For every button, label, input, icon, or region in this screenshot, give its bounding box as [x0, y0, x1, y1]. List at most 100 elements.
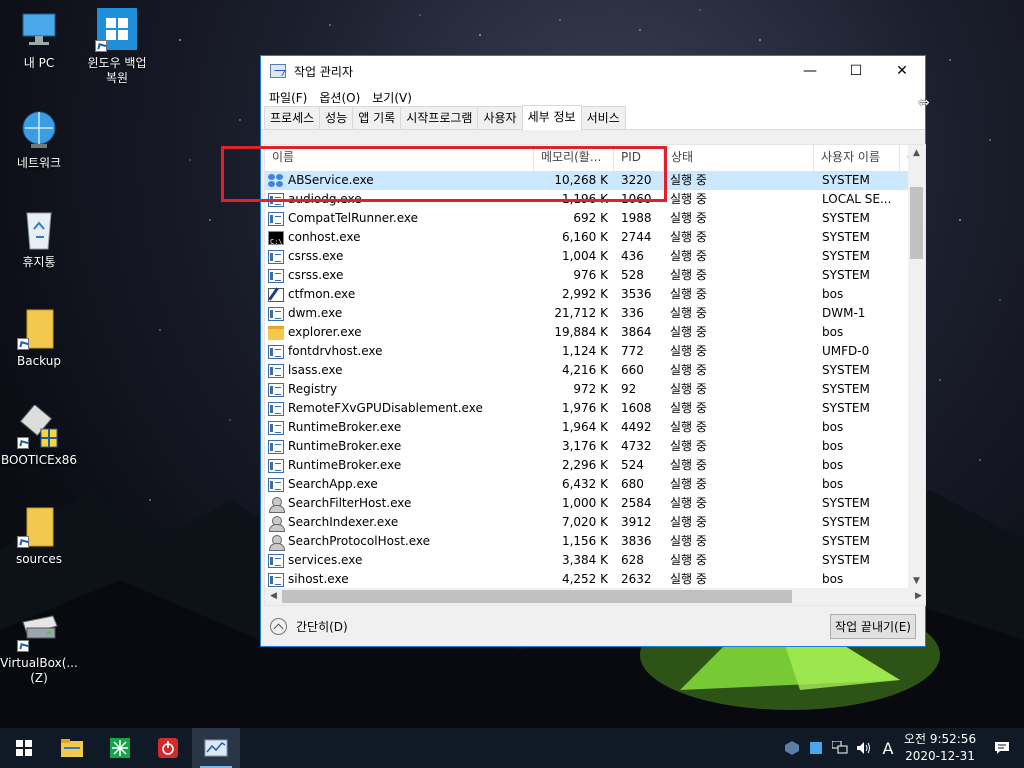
- tab-app-history[interactable]: 앱 기록: [352, 106, 402, 129]
- vertical-scrollbar[interactable]: ▲ ▼: [908, 145, 925, 590]
- username-cell: SYSTEM: [822, 173, 870, 187]
- tray-network-icon[interactable]: [828, 728, 852, 768]
- table-row[interactable]: services.exe 3,384 K 628 실행 중 SYSTEM: [265, 551, 910, 570]
- memory-cell: 1,000 K: [561, 496, 608, 510]
- window-icon: [268, 553, 284, 568]
- desktop-icon-recycle-bin[interactable]: 휴지통: [0, 207, 78, 270]
- status-cell: 실행 중: [670, 173, 707, 187]
- window-icon: [268, 363, 284, 378]
- pid-cell: 2632: [621, 572, 652, 586]
- process-name: RemoteFXvGPUDisablement.exe: [288, 401, 483, 415]
- column-header-username[interactable]: 사용자 이름: [814, 145, 900, 171]
- window-icon: [268, 572, 284, 587]
- desktop-icon-network[interactable]: 네트워크: [0, 108, 78, 171]
- folder-icon: [268, 325, 284, 340]
- tray-ime-indicator[interactable]: A: [876, 728, 900, 768]
- details-process-table[interactable]: 이름 메모리(활... PID 상태 사용자 이름 C ABService.ex…: [264, 144, 926, 606]
- column-header-status[interactable]: 상태: [664, 145, 814, 171]
- horizontal-scrollbar[interactable]: ◀ ▶: [265, 588, 925, 605]
- tab-startup[interactable]: 시작프로그램: [400, 106, 479, 129]
- username-cell: bos: [822, 572, 844, 586]
- username-cell: SYSTEM: [822, 553, 870, 567]
- task-manager-window[interactable]: 작업 관리자 — ☐ ✕ 파일(F) 옵션(O) 보기(V) 프로세스 성능 앱…: [260, 55, 926, 647]
- table-row[interactable]: lsass.exe 4,216 K 660 실행 중 SYSTEM: [265, 361, 910, 380]
- tray-virtualbox-icon[interactable]: [780, 728, 804, 768]
- fewer-details-toggle[interactable]: 간단히(D): [270, 618, 348, 635]
- table-row[interactable]: fontdrvhost.exe 1,124 K 772 실행 중 UMFD-0: [265, 342, 910, 361]
- maximize-button[interactable]: ☐: [833, 56, 879, 86]
- window-icon: [268, 344, 284, 359]
- desktop-icon-my-pc[interactable]: 내 PC: [0, 8, 78, 71]
- tab-performance[interactable]: 성능: [319, 106, 354, 129]
- title-bar[interactable]: 작업 관리자 — ☐ ✕: [261, 56, 925, 86]
- close-button[interactable]: ✕: [879, 56, 925, 86]
- table-row[interactable]: CompatTelRunner.exe 692 K 1988 실행 중 SYSTEM: [265, 209, 910, 228]
- taskbar-task-manager[interactable]: [192, 728, 240, 768]
- window-icon: [268, 401, 284, 416]
- scroll-right-icon[interactable]: ▶: [910, 588, 925, 605]
- memory-cell: 972 K: [573, 382, 608, 396]
- status-cell: 실행 중: [670, 477, 707, 491]
- memory-cell: 1,124 K: [561, 344, 608, 358]
- table-row[interactable]: SearchFilterHost.exe 1,000 K 2584 실행 중 SYSTE…: [265, 494, 910, 513]
- taskbar-network-tool[interactable]: [96, 728, 144, 768]
- tray-clock[interactable]: 오전 9:52:56 2020-12-31: [900, 731, 980, 765]
- desktop-icon-sources-folder[interactable]: sources: [0, 504, 78, 567]
- process-name-cell: conhost.exe: [265, 228, 534, 247]
- table-row[interactable]: SearchIndexer.exe 7,020 K 3912 실행 중 SYSTEM: [265, 513, 910, 532]
- file-explorer-icon: [61, 739, 83, 757]
- process-name: sihost.exe: [288, 572, 349, 586]
- scroll-thumb[interactable]: [910, 187, 923, 259]
- desktop-icon-backup-restore[interactable]: 윈도우 백업 복원: [78, 8, 156, 86]
- menu-view[interactable]: 보기(V): [366, 89, 418, 106]
- status-cell: 실행 중: [670, 192, 707, 206]
- menu-file[interactable]: 파일(F): [263, 89, 313, 106]
- tab-users[interactable]: 사용자: [477, 106, 523, 129]
- horizontal-scroll-thumb[interactable]: [282, 590, 792, 603]
- shortcut-arrow-icon: [95, 40, 107, 52]
- username-cell: bos: [822, 287, 844, 301]
- process-name-cell: CompatTelRunner.exe: [265, 209, 534, 228]
- table-row[interactable]: SearchApp.exe 6,432 K 680 실행 중 bos: [265, 475, 910, 494]
- taskbar-file-explorer[interactable]: [48, 728, 96, 768]
- tab-services[interactable]: 서비스: [580, 106, 626, 129]
- desktop-icon-booticex86[interactable]: BOOTICEx86: [0, 403, 78, 468]
- scroll-left-icon[interactable]: ◀: [265, 588, 282, 605]
- tab-processes[interactable]: 프로세스: [264, 106, 321, 129]
- table-row[interactable]: RuntimeBroker.exe 2,296 K 524 실행 중 bos: [265, 456, 910, 475]
- end-task-button[interactable]: 작업 끝내기(E): [830, 614, 916, 639]
- table-row[interactable]: RuntimeBroker.exe 1,964 K 4492 실행 중 bos: [265, 418, 910, 437]
- process-name-cell: RuntimeBroker.exe: [265, 437, 534, 456]
- desktop-icon-backup-folder[interactable]: Backup: [0, 306, 78, 369]
- table-row[interactable]: RuntimeBroker.exe 3,176 K 4732 실행 중 bos: [265, 437, 910, 456]
- desktop-icon-virtualbox-drive[interactable]: VirtualBox(... (Z): [0, 608, 78, 686]
- network-tool-icon: [110, 738, 130, 758]
- table-row[interactable]: csrss.exe 976 K 528 실행 중 SYSTEM: [265, 266, 910, 285]
- table-row[interactable]: conhost.exe 6,160 K 2744 실행 중 SYSTEM: [265, 228, 910, 247]
- memory-cell: 3,176 K: [561, 439, 608, 453]
- tray-volume-icon[interactable]: [852, 728, 876, 768]
- table-row[interactable]: csrss.exe 1,004 K 436 실행 중 SYSTEM: [265, 247, 910, 266]
- tray-blue-square-icon[interactable]: [804, 728, 828, 768]
- process-name: RuntimeBroker.exe: [288, 458, 402, 472]
- menu-options[interactable]: 옵션(O): [313, 89, 366, 106]
- desktop-icon-label: 윈도우 백업 복원: [87, 56, 147, 85]
- table-row[interactable]: ctfmon.exe 2,992 K 3536 실행 중 bos: [265, 285, 910, 304]
- scroll-up-icon[interactable]: ▲: [908, 145, 925, 162]
- table-row[interactable]: Registry 972 K 92 실행 중 SYSTEM: [265, 380, 910, 399]
- minimize-button[interactable]: —: [787, 56, 833, 86]
- table-row[interactable]: RemoteFXvGPUDisablement.exe 1,976 K 1608 실행…: [265, 399, 910, 418]
- process-name: SearchProtocolHost.exe: [288, 534, 431, 548]
- table-row[interactable]: sihost.exe 4,252 K 2632 실행 중 bos: [265, 570, 910, 589]
- process-name-cell: lsass.exe: [265, 361, 534, 380]
- process-name: conhost.exe: [288, 230, 361, 244]
- table-row[interactable]: dwm.exe 21,712 K 336 실행 중 DWM-1: [265, 304, 910, 323]
- pid-cell: 1988: [621, 211, 652, 225]
- tab-details[interactable]: 세부 정보: [521, 105, 582, 130]
- start-button[interactable]: [0, 728, 48, 768]
- desktop-icon-label: BOOTICEx86: [0, 453, 78, 467]
- action-center-icon[interactable]: [980, 728, 1024, 768]
- table-row[interactable]: SearchProtocolHost.exe 1,156 K 3836 실행 중 SYS…: [265, 532, 910, 551]
- table-row[interactable]: explorer.exe 19,884 K 3864 실행 중 bos: [265, 323, 910, 342]
- taskbar-shutdown-tool[interactable]: [144, 728, 192, 768]
